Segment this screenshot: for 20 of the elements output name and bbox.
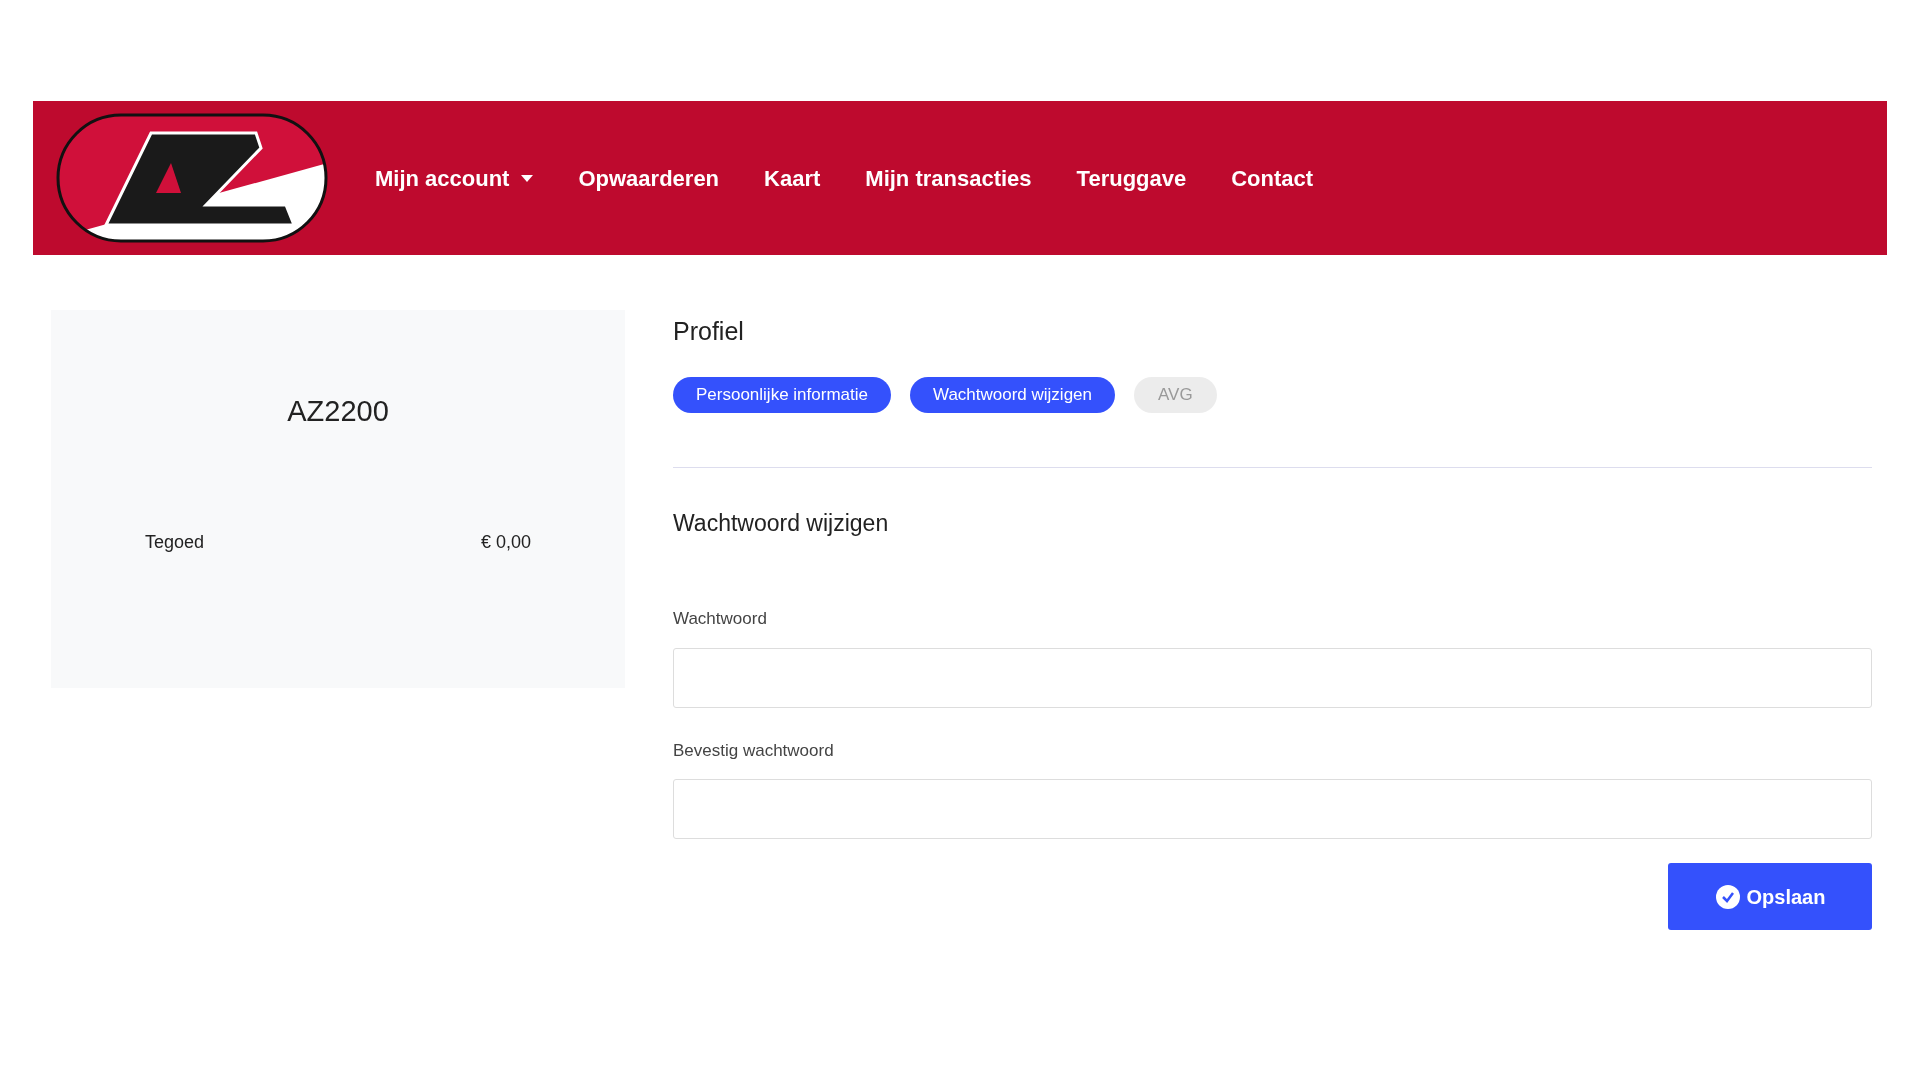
caret-icon xyxy=(521,174,534,182)
check-circle-icon xyxy=(1714,883,1741,910)
field-label: Bevestig wachtwoord xyxy=(673,739,835,762)
balance-amount: € 0,00 xyxy=(480,530,531,554)
nav-link[interactable]: Kaart xyxy=(764,161,821,195)
tab[interactable]: Wachtwoord wijzigen xyxy=(909,376,1115,413)
nav-link[interactable]: Contact xyxy=(1231,161,1314,195)
nav-link[interactable]: Teruggave xyxy=(1076,161,1187,195)
section-title: Wachtwoord wijzigen xyxy=(673,508,890,538)
nav-link[interactable]: Mijn transacties xyxy=(865,161,1032,195)
tab[interactable]: Persoonlijke informatie xyxy=(673,376,891,413)
save-button[interactable]: Opslaan xyxy=(1668,863,1872,930)
balance-label: Tegoed xyxy=(145,530,205,554)
card-number: AZ2200 xyxy=(287,394,389,429)
page-title: Profiel xyxy=(673,316,745,347)
nav-link[interactable]: Opwaarderen xyxy=(578,161,720,195)
password-field[interactable] xyxy=(673,647,1872,708)
password-field[interactable] xyxy=(673,779,1872,839)
nav-link[interactable]: Mijn account xyxy=(375,161,534,195)
field-label: Wachtwoord xyxy=(673,608,768,630)
